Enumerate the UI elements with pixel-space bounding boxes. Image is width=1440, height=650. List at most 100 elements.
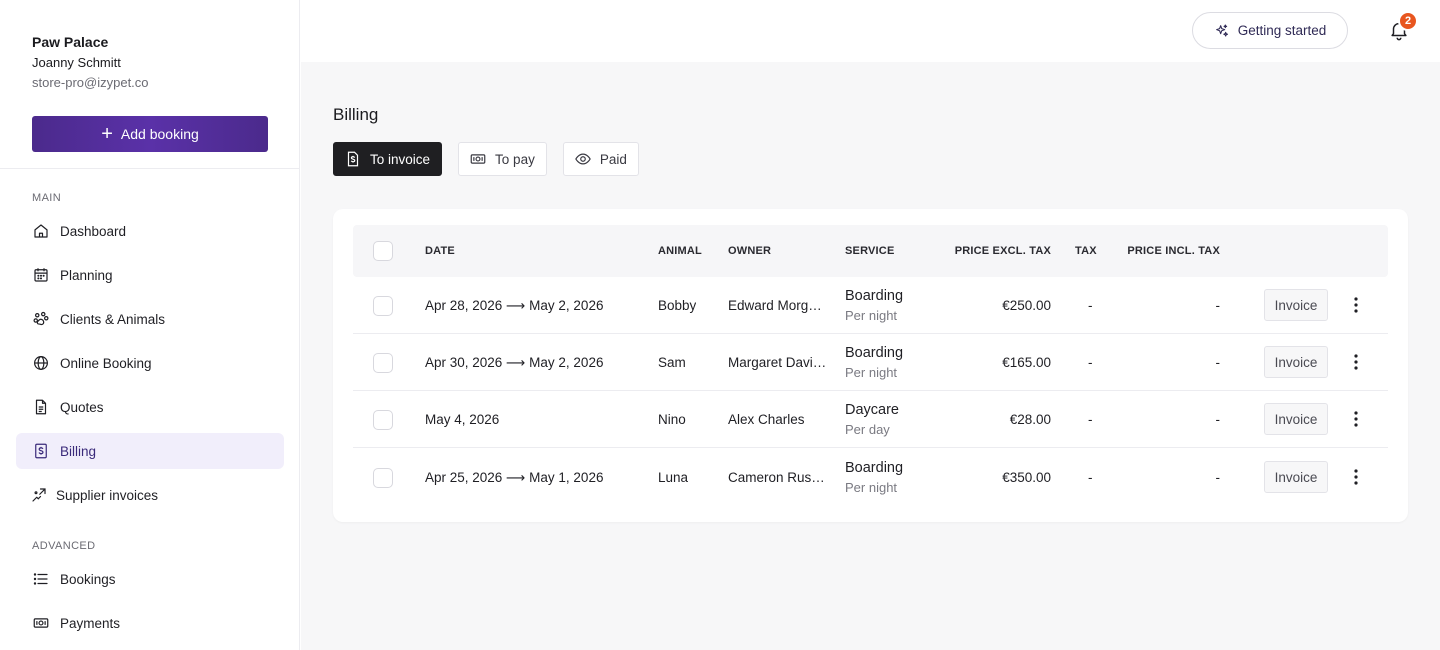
cash-icon [33,618,49,628]
tab-paid[interactable]: Paid [562,142,639,176]
service-name: Boarding [845,460,904,476]
sidebar-item-quotes[interactable]: Quotes [16,389,284,425]
more-options-icon[interactable] [1344,350,1368,374]
sidebar-item-billing[interactable]: Billing [16,433,284,469]
tax-cell: - [1088,298,1093,313]
sidebar-item-bookings[interactable]: Bookings [16,561,284,597]
column-header-service[interactable]: SERVICE [845,225,895,277]
document-icon [35,399,47,415]
date-cell: Apr 30, 2026 ⟶ May 2, 2026 [425,354,604,370]
service-cell: Boarding Per night [845,287,903,325]
date-cell: Apr 25, 2026 ⟶ May 1, 2026 [425,469,604,485]
getting-started-button[interactable]: Getting started [1192,12,1348,49]
sidebar-item-clients-animals[interactable]: Clients & Animals [16,301,284,337]
more-options-icon[interactable] [1344,407,1368,431]
sidebar-item-label: Planning [60,267,113,283]
store-info: Paw Palace Joanny Schmitt store-pro@izyp… [32,34,149,90]
list-icon [33,573,48,585]
tab-to-invoice[interactable]: To invoice [333,142,443,176]
owner-cell: Margaret Davi… [728,355,827,370]
date-cell: May 4, 2026 [425,412,500,427]
supplier-icon [32,488,46,502]
sidebar-item-payments[interactable]: Payments [16,605,284,641]
row-checkbox[interactable] [373,468,393,488]
tab-label: To pay [495,151,535,167]
invoice-button[interactable]: Invoice [1264,403,1328,435]
user-name: Joanny Schmitt [32,55,121,70]
select-all-checkbox[interactable] [373,241,393,261]
price-incl-cell: - [1215,355,1221,370]
sidebar-item-dashboard[interactable]: Dashboard [16,213,284,249]
sidebar-item-label: Dashboard [60,223,127,239]
price-incl-cell: - [1215,298,1221,313]
service-name: Daycare [845,402,899,418]
add-booking-button[interactable]: + Add booking [32,116,268,152]
sidebar-item-label: Supplier invoices [56,487,159,503]
price-incl-cell: - [1215,470,1221,485]
tax-cell: - [1088,412,1093,427]
animal-cell: Sam [658,355,686,370]
row-checkbox[interactable] [373,410,393,430]
sidebar-item-label: Bookings [60,571,116,587]
table-header: DATE ANIMAL OWNER SERVICE PRICE EXCL. TA… [353,225,1388,277]
calendar-icon [34,268,48,282]
date-cell: Apr 28, 2026 ⟶ May 2, 2026 [425,297,604,313]
billing-tabs: To invoice To pay Paid [333,142,639,176]
table-row[interactable]: Apr 28, 2026 ⟶ May 2, 2026 Bobby Edward … [353,277,1388,334]
column-header-animal[interactable]: ANIMAL [658,225,702,277]
tab-label: Paid [599,151,627,167]
page-title: Billing [333,105,379,124]
invoice-button[interactable]: Invoice [1264,461,1328,493]
main-content: Billing To invoice To pay Paid DATE ANIM… [301,62,1440,650]
section-label-advanced: ADVANCED [32,540,96,552]
animal-cell: Nino [658,412,686,427]
column-header-price-excl-tax[interactable]: PRICE EXCL. TAX [933,225,1051,277]
dollar-file-icon [35,443,47,459]
column-header-price-incl-tax[interactable]: PRICE INCL. TAX [1113,225,1220,277]
row-checkbox[interactable] [373,296,393,316]
store-name: Paw Palace [32,34,109,50]
price-excl-cell: €28.00 [1009,412,1051,427]
price-excl-cell: €250.00 [1002,298,1051,313]
owner-cell: Cameron Rus… [728,470,825,485]
service-unit: Per night [845,480,898,495]
cash-icon [470,154,486,164]
add-booking-label: Add booking [120,126,199,142]
service-unit: Per night [845,365,898,380]
column-header-tax[interactable]: TAX [1075,225,1097,277]
invoice-button[interactable]: Invoice [1264,346,1328,378]
column-header-owner[interactable]: OWNER [728,225,771,277]
more-options-icon[interactable] [1344,465,1368,489]
price-incl-cell: - [1215,412,1221,427]
service-cell: Boarding Per night [845,344,903,382]
notification-badge: 2 [1398,11,1418,31]
tab-to-pay[interactable]: To pay [458,142,547,176]
more-options-icon[interactable] [1344,293,1368,317]
eye-icon [575,153,591,165]
table-row[interactable]: Apr 25, 2026 ⟶ May 1, 2026 Luna Cameron … [353,449,1388,506]
invoices-table: DATE ANIMAL OWNER SERVICE PRICE EXCL. TA… [333,209,1408,522]
owner-cell: Edward Morg… [728,298,822,313]
service-cell: Daycare Per day [845,401,899,439]
column-header-date[interactable]: DATE [425,225,455,277]
service-name: Boarding [845,345,904,361]
table-row[interactable]: Apr 30, 2026 ⟶ May 2, 2026 Sam Margaret … [353,334,1388,391]
animal-cell: Luna [658,470,689,485]
price-excl-cell: €350.00 [1002,470,1051,485]
tax-cell: - [1088,470,1093,485]
sidebar-item-label: Payments [60,615,121,631]
owner-cell: Alex Charles [728,412,805,427]
sidebar-item-label: Clients & Animals [60,311,166,327]
sidebar-item-online-booking[interactable]: Online Booking [16,345,284,381]
sidebar-item-planning[interactable]: Planning [16,257,284,293]
tab-label: To invoice [370,151,431,167]
tax-cell: - [1088,355,1093,370]
getting-started-label: Getting started [1237,23,1327,38]
table-row[interactable]: May 4, 2026 Nino Alex Charles Daycare Pe… [353,391,1388,448]
sidebar-divider [0,168,300,169]
sidebar-item-supplier-invoices[interactable]: Supplier invoices [16,477,284,513]
plus-icon: + [101,123,113,145]
row-checkbox[interactable] [373,353,393,373]
invoice-button[interactable]: Invoice [1264,289,1328,321]
globe-icon [34,356,48,370]
